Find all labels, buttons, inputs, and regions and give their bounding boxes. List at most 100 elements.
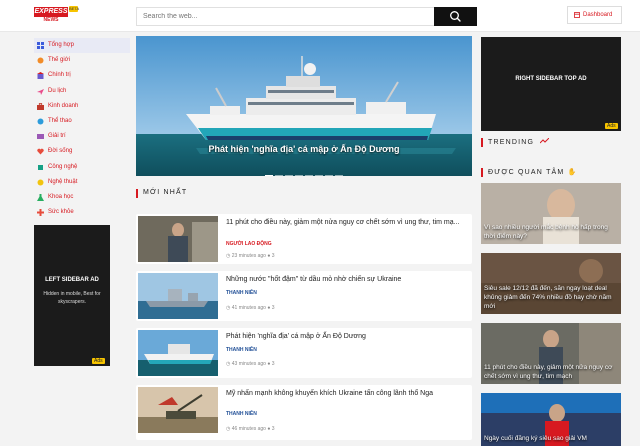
slider-dot[interactable] <box>315 175 323 176</box>
dashboard-button[interactable]: Dashboard <box>567 6 622 24</box>
nav-item-the-gioi[interactable]: Thế giới <box>34 53 130 68</box>
ad-subtitle: Hidden in mobile, Best for skyscrapers. <box>43 291 101 305</box>
palette-icon <box>37 179 44 186</box>
popular-title: Siêu sale 12/12 đã đến, săn ngay loạt de… <box>484 285 612 310</box>
popular-title: Vì sao nhiều người mắc bệnh hô hấp trong… <box>484 224 608 240</box>
popular-card[interactable]: Ngày cuối đăng ký siêu sao giải VM <box>481 393 621 446</box>
cross-icon <box>37 209 44 217</box>
slider-dot[interactable] <box>265 175 273 176</box>
popular-card[interactable]: Vì sao nhiều người mắc bệnh hô hấp trong… <box>481 183 621 244</box>
trending-icon <box>539 137 550 144</box>
nav-item-label: Khoa học <box>48 193 74 200</box>
nav-item-label: Tổng hợp <box>48 42 74 48</box>
ad-tag: Ads <box>605 123 618 129</box>
nav-item-label: Sức khỏe <box>48 209 74 216</box>
news-time: 46 minutes ago <box>231 426 266 432</box>
slider-dots <box>136 164 472 176</box>
nav-item-label: Công nghệ <box>48 163 78 170</box>
nav-item-suc-khoe[interactable]: Sức khỏe <box>34 205 130 220</box>
search-icon <box>450 11 461 22</box>
slider-dot[interactable] <box>325 175 333 176</box>
nav-item-label: Thế giới <box>48 57 70 64</box>
news-title[interactable]: Mỹ nhấn mạnh không khuyến khích Ukraine … <box>226 389 466 399</box>
popular-title: 11 phút cho điều này, giảm một nửa nguy … <box>484 364 613 380</box>
slider-dot[interactable] <box>305 175 313 176</box>
nav-item-tong-hop[interactable]: Tổng hợp <box>34 38 130 54</box>
left-sidebar-ad[interactable]: LEFT SIDEBAR AD Hidden in mobile, Best f… <box>34 225 110 366</box>
hero-slider[interactable]: Phát hiện 'nghĩa địa' cá mập ở Ấn Độ Dươ… <box>136 36 472 176</box>
nav-item-label: Nghệ thuật <box>48 178 78 185</box>
search-button[interactable] <box>434 7 477 26</box>
heart-icon <box>37 149 44 155</box>
nav-item-kinh-doanh[interactable]: Kinh doanh <box>34 99 130 114</box>
slider-dot[interactable] <box>285 175 293 176</box>
news-source: NGƯỜI LAO ĐỘNG <box>226 241 272 247</box>
trending-section-title: TRENDING <box>481 137 550 147</box>
search-input[interactable] <box>136 7 434 26</box>
nav-item-the-thao[interactable]: Thể thao <box>34 114 130 129</box>
news-count: 3 <box>271 305 275 311</box>
nav-item-cong-nghe[interactable]: Công nghệ <box>34 160 130 175</box>
news-card[interactable]: Những nước "hốt đậm" từ dầu mỏ nhờ chiến… <box>136 271 472 321</box>
nav-item-chinh-tri[interactable]: Chính trị <box>34 68 130 83</box>
news-source: THANH NIÊN <box>226 290 257 296</box>
news-title[interactable]: Những nước "hốt đậm" từ dầu mỏ nhờ chiến… <box>226 275 466 285</box>
news-thumbnail[interactable] <box>138 387 218 433</box>
hand-icon: ✋ <box>567 169 578 176</box>
popular-title: Ngày cuối đăng ký siêu sao giải VM <box>484 435 587 442</box>
nav-item-nghe-thuat[interactable]: Nghệ thuật <box>34 175 130 190</box>
nav-item-doi-song[interactable]: Đời sống <box>34 144 130 159</box>
news-meta: ◷ 41 minutes ago ● 3 <box>226 305 275 311</box>
logo-subtext: NEWS <box>36 17 66 24</box>
nav-item-giai-tri[interactable]: Giải trí <box>34 129 130 144</box>
search-bar <box>136 7 477 26</box>
news-time: 43 minutes ago <box>231 361 266 367</box>
film-icon <box>37 134 44 140</box>
top-header: EXPRESS NEWS BETA Dashboard <box>0 0 640 32</box>
news-card[interactable]: Phát hiện 'nghĩa địa' cá mập ở Ấn Độ Dươ… <box>136 328 472 378</box>
popular-card[interactable]: 11 phút cho điều này, giảm một nửa nguy … <box>481 323 621 384</box>
news-thumbnail[interactable] <box>138 273 218 319</box>
news-card[interactable]: Mỹ nhấn mạnh không khuyến khích Ukraine … <box>136 385 472 440</box>
nav-item-label: Kinh doanh <box>48 102 79 109</box>
nav-item-du-lich[interactable]: Du lịch <box>34 84 130 99</box>
news-source: THANH NIÊN <box>226 347 257 353</box>
popular-section-title: ĐƯỢC QUAN TÂM ✋ <box>481 168 578 177</box>
building-icon <box>37 72 44 80</box>
chip-icon <box>38 164 43 170</box>
slider-dot[interactable] <box>295 175 303 176</box>
ad-title: LEFT SIDEBAR AD <box>45 277 99 283</box>
slider-dot[interactable] <box>335 175 343 176</box>
grid-icon <box>37 42 44 49</box>
slider-dot[interactable] <box>275 175 283 176</box>
dashboard-icon <box>574 12 580 18</box>
hero-image <box>136 36 472 176</box>
news-count: 3 <box>271 253 275 259</box>
logo-text: EXPRESS <box>34 7 68 17</box>
news-time: 23 minutes ago <box>231 253 266 259</box>
news-meta: ◷ 46 minutes ago ● 3 <box>226 426 275 432</box>
site-logo[interactable]: EXPRESS NEWS BETA <box>34 6 79 26</box>
ad-tag: Ads <box>92 358 105 364</box>
news-thumbnail[interactable] <box>138 330 218 376</box>
news-card[interactable]: 11 phút cho điều này, giảm một nửa nguy … <box>136 214 472 264</box>
nav-item-label: Thể thao <box>48 117 72 124</box>
nav-item-label: Đời sống <box>48 148 73 155</box>
nav-item-label: Du lịch <box>48 87 67 94</box>
news-time: 41 minutes ago <box>231 305 266 311</box>
ball-icon <box>37 118 44 125</box>
news-meta: ◷ 23 minutes ago ● 3 <box>226 253 275 259</box>
popular-label: ĐƯỢC QUAN TÂM <box>488 169 565 176</box>
popular-card[interactable]: Siêu sale 12/12 đã đến, săn ngay loạt de… <box>481 253 621 314</box>
right-sidebar-ad[interactable]: RIGHT SIDEBAR TOP AD Ads <box>481 37 621 131</box>
news-thumbnail[interactable] <box>138 216 218 262</box>
nav-item-khoa-hoc[interactable]: Khoa học <box>34 190 130 205</box>
nav-item-label: Chính trị <box>48 72 71 79</box>
hero-caption[interactable]: Phát hiện 'nghĩa địa' cá mập ở Ấn Độ Dươ… <box>136 144 472 154</box>
news-title[interactable]: Phát hiện 'nghĩa địa' cá mập ở Ấn Độ Dươ… <box>226 332 466 342</box>
news-count: 3 <box>271 361 275 367</box>
news-title[interactable]: 11 phút cho điều này, giảm một nửa nguy … <box>226 218 466 228</box>
flask-icon <box>37 193 44 201</box>
trending-label: TRENDING <box>488 139 535 146</box>
briefcase-icon <box>37 102 44 110</box>
